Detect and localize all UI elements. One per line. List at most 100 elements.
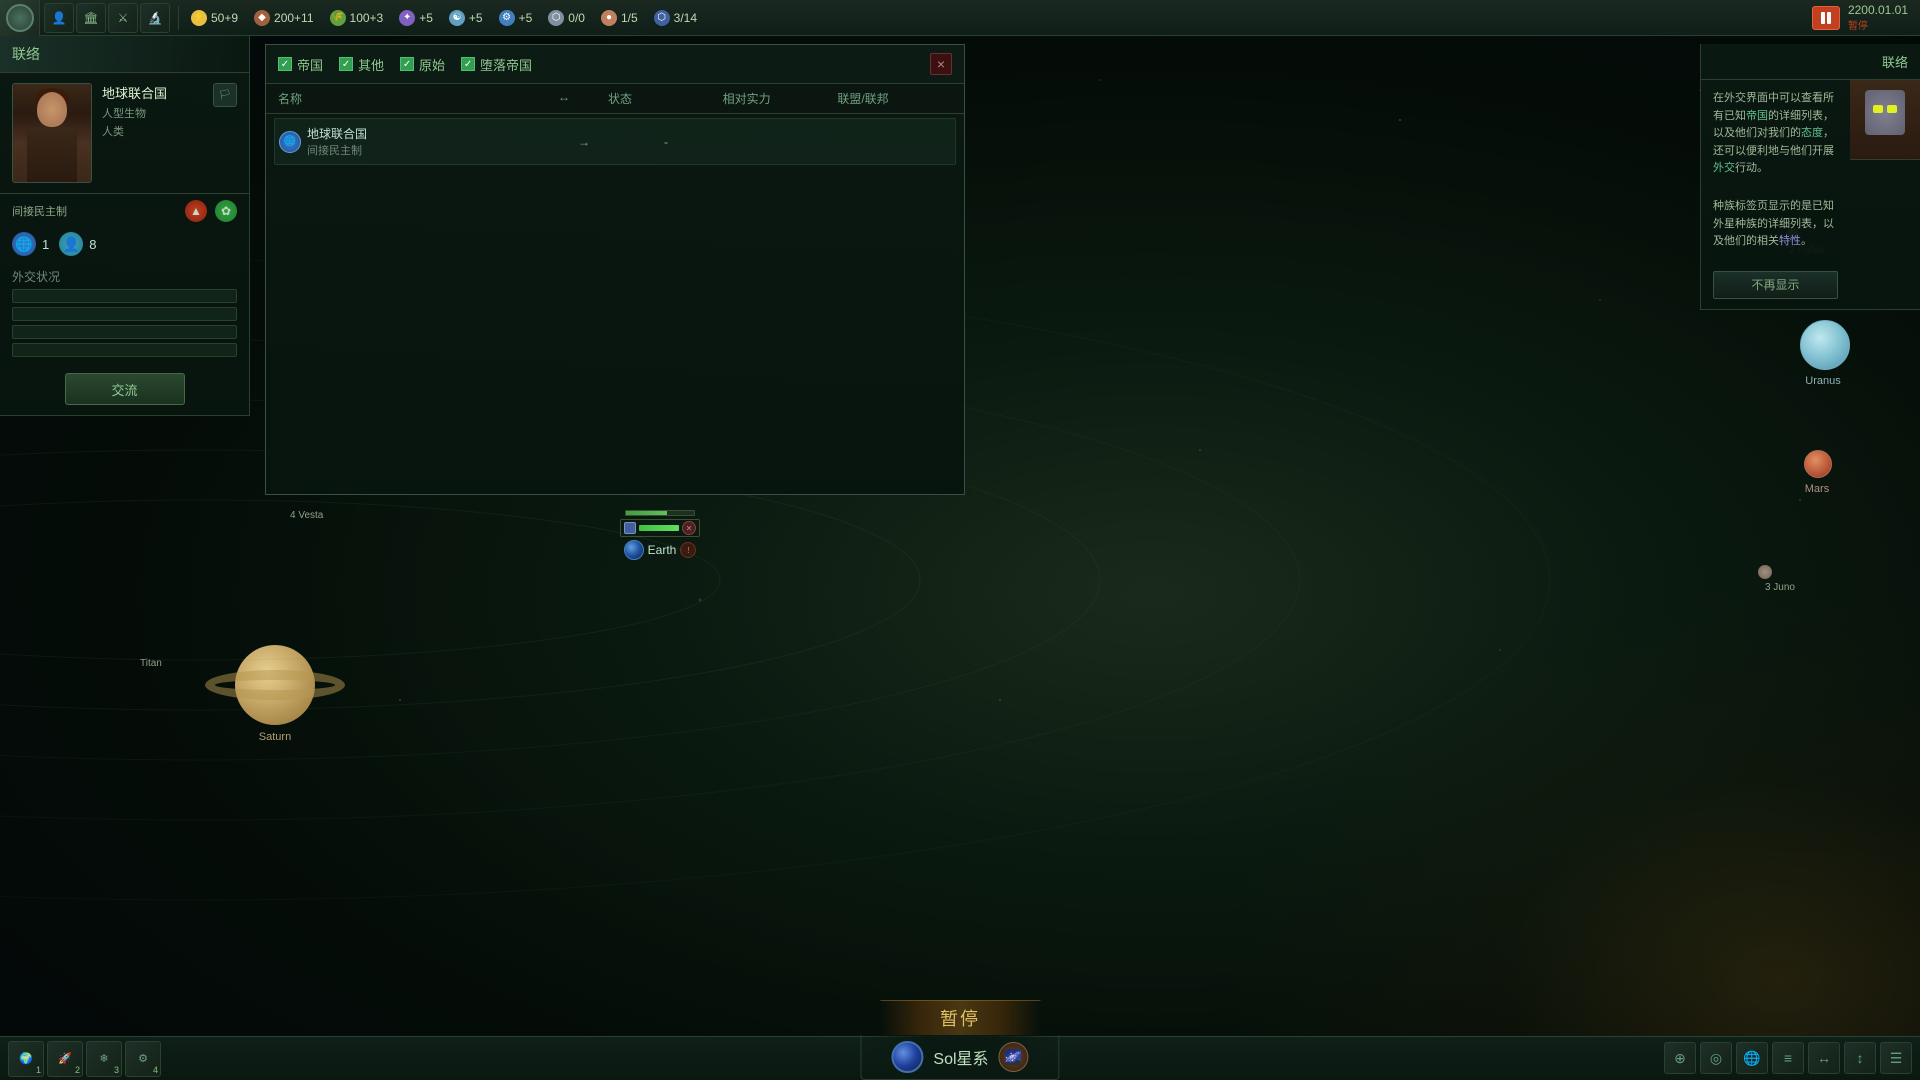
earth-progress-fill	[626, 511, 667, 515]
tab-other-checkbox: ✓	[339, 57, 353, 71]
queue-item-1[interactable]: 🌍 1	[8, 1041, 44, 1077]
empire-name-block: 地球联合国 人型生物 人类 🏳	[102, 83, 237, 139]
juno-label: 3 Juno	[1765, 582, 1795, 593]
minimap-btn-target[interactable]: ⊕	[1664, 1042, 1696, 1074]
combat-icon: ✕	[682, 521, 696, 535]
tab-fallen-label: 堕落帝国	[480, 55, 532, 74]
queue-item-4[interactable]: ⚙ 4	[125, 1041, 161, 1077]
tab-empire[interactable]: ✓ 帝国	[278, 55, 323, 74]
uranus-planet[interactable]	[1800, 320, 1850, 370]
empire-flag-button[interactable]: 🏳	[213, 83, 237, 107]
consumer-icon: ●	[601, 10, 617, 26]
queue-num-2: 2	[75, 1065, 80, 1075]
table-body: 🌐 地球联合国 间接民主制 → -	[266, 114, 964, 494]
system-globe-icon[interactable]	[891, 1041, 923, 1073]
earth-progress-bar	[625, 510, 695, 516]
exchange-button[interactable]: 交流	[65, 373, 185, 405]
paused-status: 暂停	[1848, 17, 1908, 32]
resource-energy: ⚡ 50+9	[183, 10, 246, 26]
table-header: 名称 ↔ 状态 相对实力 联盟/联邦	[266, 84, 964, 114]
tab-primitive[interactable]: ✓ 原始	[400, 55, 445, 74]
minimap-btn-v[interactable]: ↕	[1844, 1042, 1876, 1074]
topbar-tech-btn[interactable]: 🔬	[140, 3, 170, 33]
earth-icon	[624, 540, 644, 560]
diplo-status-header: 外交状况	[0, 260, 249, 289]
tab-other[interactable]: ✓ 其他	[339, 55, 384, 74]
right-panel-text-area: 在外交界面中可以查看所有已知帝国的详细列表，以及他们对我们的态度，还可以便利地与…	[1701, 80, 1850, 299]
minerals-value: 200+11	[274, 11, 314, 25]
minerals-icon: ◆	[254, 10, 270, 26]
minimap-btn-h[interactable]: ↔	[1808, 1042, 1840, 1074]
galaxy-icon[interactable]: 🌌	[999, 1042, 1029, 1072]
titan-label: Titan	[140, 658, 162, 669]
planet-count: 1	[42, 237, 49, 252]
right-panel-content-row: 在外交界面中可以查看所有已知帝国的详细列表，以及他们对我们的态度，还可以便利地与…	[1701, 80, 1920, 299]
no-show-button[interactable]: 不再显示	[1713, 271, 1838, 299]
highlight-empire: 帝国	[1746, 110, 1768, 122]
earth-indicator[interactable]: ✕ Earth !	[620, 510, 700, 560]
pause-bar-right	[1827, 12, 1831, 24]
queue-num-4: 4	[153, 1065, 158, 1075]
juno-planet[interactable]	[1758, 565, 1772, 579]
topbar-military-btn[interactable]: ⚔	[108, 3, 138, 33]
date-text: 2200.01.01	[1848, 3, 1908, 17]
empire-row-name: 地球联合国	[307, 125, 367, 142]
pause-button[interactable]	[1812, 6, 1840, 30]
alloys-icon: ⬡	[548, 10, 564, 26]
minimap-btn-menu[interactable]: ☰	[1880, 1042, 1912, 1074]
saturn-planet-container: Saturn	[235, 645, 315, 725]
queue-item-3[interactable]: ❄ 3	[86, 1041, 122, 1077]
system-indicator: 暂停 Sol星系 🌌	[860, 1000, 1059, 1080]
mars-planet[interactable]	[1804, 450, 1832, 478]
empire-icon-button[interactable]	[0, 0, 40, 36]
robot-head	[1865, 90, 1905, 135]
government-type: 间接民主制	[12, 203, 177, 219]
mars-label: Mars	[1797, 483, 1837, 495]
ship-icon	[624, 522, 636, 534]
right-panel-body2: 种族标签页显示的是已知外星种族的详细列表，以及他们的相关特性。	[1701, 188, 1850, 261]
tab-other-label: 其他	[358, 55, 384, 74]
minimap-btn-map[interactable]: 🌐	[1736, 1042, 1768, 1074]
influence-value: +5	[419, 11, 433, 25]
date-display: 2200.01.01 暂停	[1848, 3, 1908, 32]
empire-portrait[interactable]	[12, 83, 92, 183]
table-row[interactable]: 🌐 地球联合国 间接民主制 → -	[274, 118, 956, 165]
planet-stat: 🌐 1	[12, 232, 49, 256]
empire-name: 地球联合国	[102, 83, 167, 102]
resource-fleet: ⬡ 3/14	[646, 10, 705, 26]
dialog-close-button[interactable]: ×	[930, 53, 952, 75]
vesta-label: 4 Vesta	[290, 510, 323, 521]
tab-fallen[interactable]: ✓ 堕落帝国	[461, 55, 532, 74]
topbar-date-area: 2200.01.01 暂停	[1812, 3, 1920, 32]
tab-primitive-label: 原始	[419, 55, 445, 74]
minimap-btn-filter[interactable]: ≡	[1772, 1042, 1804, 1074]
diplo-bars-container	[0, 289, 249, 357]
topbar-civics-btn[interactable]: 🏛	[76, 3, 106, 33]
diplomacy-dialog: ✓ 帝国 ✓ 其他 ✓ 原始 ✓ 堕落帝国 × 名称 ↔ 状态 相对实力 联盟/…	[265, 44, 965, 495]
uranus-label: Uranus	[1798, 375, 1848, 387]
empire-species2: 人类	[102, 123, 167, 139]
saturn-rings	[205, 670, 345, 700]
ethics-authoritarian-icon: ▲	[185, 200, 207, 222]
paused-banner: 暂停	[880, 1000, 1040, 1035]
col-arrow: ↔	[558, 90, 608, 107]
empire-row-arrow: →	[559, 135, 609, 149]
queue-item-2[interactable]: 🚀 2	[47, 1041, 83, 1077]
col-power: 相对实力	[723, 90, 838, 107]
saturn-label: Saturn	[259, 731, 291, 743]
saturn-area[interactable]: Saturn	[235, 645, 315, 725]
unity-icon: ☯	[449, 10, 465, 26]
earth-warning-icon: !	[680, 542, 696, 558]
topbar-portrait-btn[interactable]: 👤	[44, 3, 74, 33]
diplo-bar-2	[12, 307, 237, 321]
pop-count: 8	[89, 237, 96, 252]
minimap-btn-circle[interactable]: ◎	[1700, 1042, 1732, 1074]
portrait-head	[37, 92, 67, 127]
earth-ship-bar: ✕	[620, 519, 700, 537]
empire-info-block: 地球联合国 人型生物 人类 🏳	[0, 73, 249, 194]
diplo-bar-3	[12, 325, 237, 339]
stats-row: 🌐 1 👤 8	[0, 228, 249, 260]
highlight-diplomacy: 外交	[1713, 162, 1735, 174]
empire-cell: 🌐 地球联合国 间接民主制	[279, 125, 559, 158]
ship-hp-bar	[639, 525, 679, 531]
